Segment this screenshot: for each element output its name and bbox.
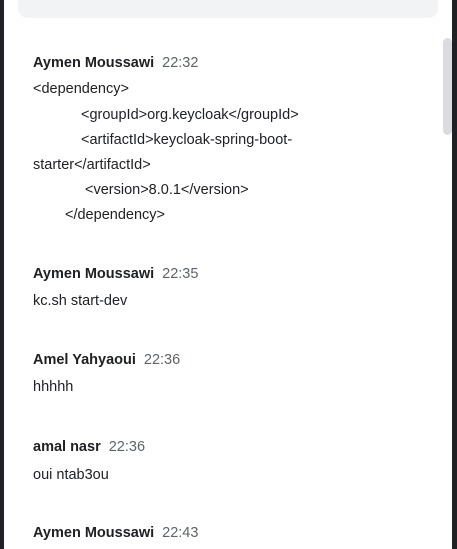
message-line: kc.sh start-dev (33, 293, 128, 309)
message-header: Aymen Moussawi 22:32 (33, 55, 198, 71)
previous-message-bubble (18, 0, 438, 18)
message-line: oui ntab3ou (33, 467, 109, 483)
message-line: <artifactId>keycloak-spring-boot- (81, 132, 293, 148)
message-header: Aymen Moussawi 22:35 (33, 266, 198, 282)
message-header: amal nasr 22:36 (33, 439, 145, 455)
author-name: Aymen Moussawi (33, 55, 155, 71)
message-line: </dependency> (65, 207, 165, 223)
message-line: <version>8.0.1</version> (85, 182, 249, 198)
message-line: starter</artifactId> (33, 157, 151, 173)
author-name: Aymen Moussawi (33, 525, 155, 541)
message-time: 22:35 (162, 266, 199, 282)
message-header: Amel Yahyaoui 22:36 (33, 352, 180, 368)
scrollbar[interactable] (443, 38, 452, 135)
message-line: hhhhh (33, 379, 74, 395)
message-time: 22:36 (143, 352, 181, 368)
author-name: Amel Yahyaoui (33, 352, 136, 368)
message-line: <dependency> (33, 81, 129, 97)
author-name: Aymen Moussawi (33, 266, 155, 282)
chat-panel: Aymen Moussawi 22:32 <dependency> <groupI… (4, 0, 452, 549)
message-time: 22:32 (162, 55, 199, 71)
author-name: amal nasr (33, 439, 101, 455)
message-time: 22:43 (162, 525, 199, 541)
message-line: <groupId>org.keycloak</groupId> (81, 107, 299, 123)
message-time: 22:36 (108, 439, 146, 455)
message-header: Aymen Moussawi 22:43 (33, 525, 198, 541)
